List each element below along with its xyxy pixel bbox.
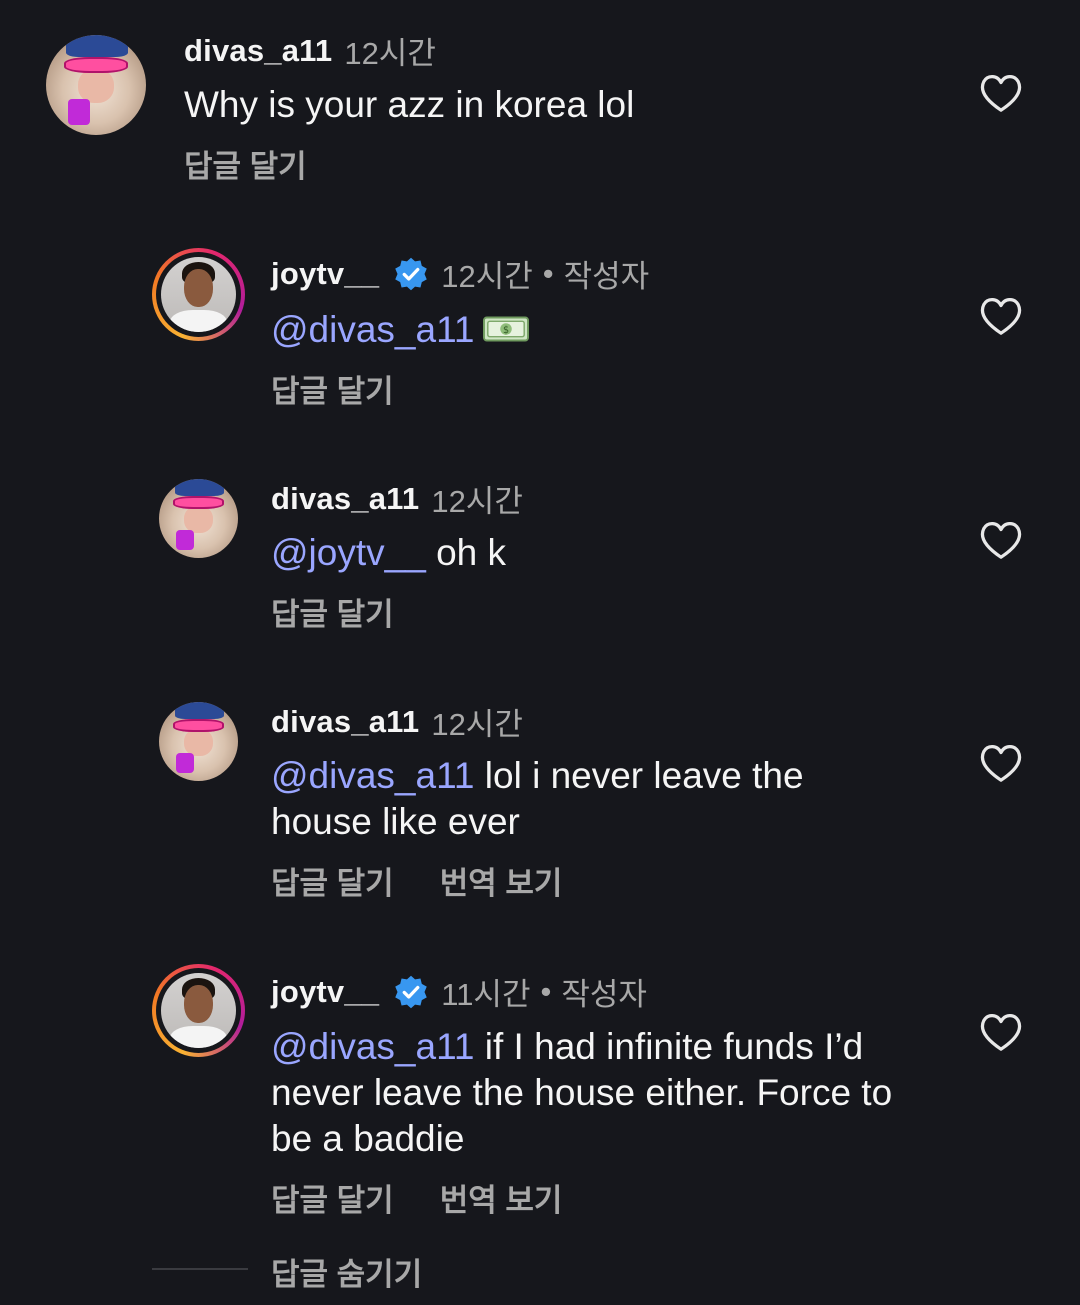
reply-button[interactable]: 답글 달기	[184, 141, 307, 186]
comment-text: @divas_a11 lol i never leave the house l…	[271, 753, 871, 845]
reply-button[interactable]: 답글 달기	[271, 589, 394, 634]
author-tag: 작성자	[561, 977, 647, 1012]
author-tag: 작성자	[563, 259, 650, 294]
reply-button[interactable]: 답글 달기	[271, 1175, 394, 1220]
heart-outline-icon[interactable]	[978, 742, 1024, 784]
username[interactable]: divas_a11	[184, 33, 332, 69]
separator-dot: •	[540, 973, 552, 1009]
comment-actions: 답글 달기	[271, 366, 394, 411]
comment-header: joytv__ 12시간 • 작성자	[271, 251, 649, 296]
heart-outline-icon[interactable]	[978, 519, 1024, 561]
avatar[interactable]	[159, 479, 238, 558]
mention-link[interactable]: @divas_a11	[271, 755, 475, 796]
verified-badge-icon	[395, 975, 427, 1008]
mention-link[interactable]: @joytv__	[271, 532, 426, 573]
reply-button[interactable]: 답글 달기	[271, 858, 394, 903]
mention-link[interactable]: @divas_a11	[271, 309, 475, 350]
comment-header: joytv__ 11시간 • 작성자	[271, 969, 647, 1014]
comment-actions: 답글 달기 번역 보기	[271, 1175, 562, 1220]
comment-header: divas_a11 12시간	[271, 699, 523, 744]
hide-replies-button[interactable]: 답글 숨기기	[271, 1249, 422, 1294]
avatar[interactable]	[159, 702, 238, 781]
comment-text: @divas_a11 $	[271, 307, 931, 353]
avatar[interactable]	[152, 248, 245, 341]
comment-header: divas_a11 12시간	[184, 28, 436, 73]
heart-outline-icon[interactable]	[978, 1011, 1024, 1053]
separator-dot: •	[542, 255, 554, 291]
username[interactable]: joytv__	[271, 974, 379, 1010]
mention-link[interactable]: @divas_a11	[271, 1026, 475, 1067]
timestamp: 12시간	[441, 259, 533, 294]
svg-text:$: $	[502, 325, 508, 336]
timestamp: 12시간	[431, 707, 523, 742]
comment-text: Why is your azz in korea lol	[184, 82, 944, 128]
comment-text: @joytv__ oh k	[271, 530, 931, 576]
username[interactable]: divas_a11	[271, 704, 419, 740]
comment-actions: 답글 달기 번역 보기	[271, 858, 562, 903]
username[interactable]: divas_a11	[271, 481, 419, 517]
timestamp: 12시간	[344, 36, 436, 71]
comment-text-body: oh k	[425, 532, 507, 573]
heart-outline-icon[interactable]	[978, 72, 1024, 114]
divider-line	[152, 1268, 248, 1270]
see-translation-button[interactable]: 번역 보기	[440, 1175, 563, 1220]
verified-badge-icon	[395, 257, 427, 290]
avatar[interactable]	[152, 964, 245, 1057]
comment-text: @divas_a11 if I had infinite funds I’d n…	[271, 1024, 931, 1162]
comment-actions: 답글 달기	[271, 589, 394, 634]
money-with-wings-icon: $	[482, 316, 529, 342]
comment-header: divas_a11 12시간	[271, 476, 523, 521]
avatar[interactable]	[46, 35, 146, 135]
username[interactable]: joytv__	[271, 256, 379, 292]
comment-text-body: Why is your azz in korea lol	[184, 84, 635, 125]
comment-actions: 답글 달기	[184, 141, 307, 186]
heart-outline-icon[interactable]	[978, 295, 1024, 337]
timestamp: 12시간	[431, 484, 523, 519]
timestamp: 11시간	[441, 977, 531, 1012]
see-translation-button[interactable]: 번역 보기	[440, 858, 563, 903]
reply-button[interactable]: 답글 달기	[271, 366, 394, 411]
